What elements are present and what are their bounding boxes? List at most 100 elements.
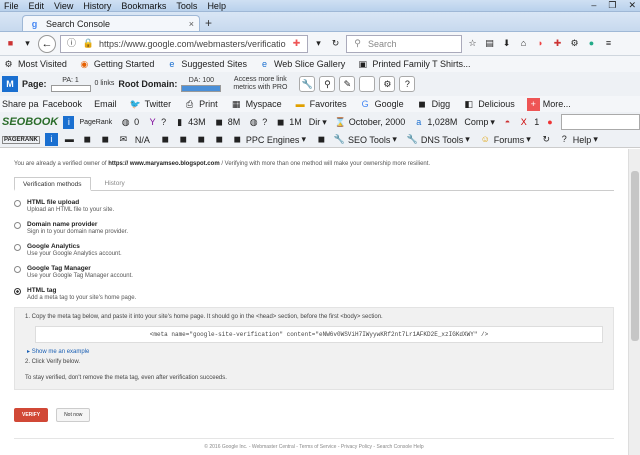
metric-0[interactable]: ◍ 0 — [119, 116, 139, 129]
bar-meter-icon[interactable]: ▬ — [63, 133, 76, 146]
pagerank-meter[interactable]: PageRank — [79, 119, 112, 126]
seobook-logo[interactable]: SEOBOOK — [2, 116, 58, 128]
radio-button[interactable] — [14, 200, 21, 207]
maximize-button[interactable]: ❐ — [608, 0, 616, 11]
download-icon[interactable]: ⬇ — [500, 37, 513, 50]
share-print[interactable]: ⎙ Print — [183, 98, 218, 111]
star-icon[interactable]: ☆ — [466, 37, 479, 50]
share-email[interactable]: Email — [94, 99, 117, 109]
wrench-icon[interactable]: 🔧 — [299, 76, 316, 92]
method-html-tag[interactable]: HTML tag Add a meta tag to your site's ho… — [14, 287, 614, 301]
menu-view[interactable]: View — [54, 1, 73, 11]
search-box[interactable]: ⚲ Search — [346, 34, 462, 53]
refresh-icon[interactable]: ↻ — [540, 133, 553, 146]
blank-tool-button[interactable] — [359, 76, 376, 92]
back-button[interactable]: ← — [38, 34, 56, 53]
reload-icon[interactable]: ↻ — [329, 37, 342, 50]
help-icon[interactable]: ? — [399, 76, 416, 92]
bookmark-web-slice-gallery[interactable]: e Web Slice Gallery — [258, 58, 345, 71]
not-now-button[interactable]: Not now — [56, 408, 91, 422]
info-icon[interactable]: i — [63, 115, 75, 129]
moz-logo-icon[interactable]: M — [2, 76, 18, 92]
minimize-button[interactable]: – — [591, 0, 596, 11]
meta-tag-code[interactable]: <meta name="google-site-verification" co… — [35, 326, 603, 343]
tool-icon[interactable]: ◼ — [81, 133, 94, 146]
method-google-analytics[interactable]: Google Analytics Use your Google Analytic… — [14, 243, 614, 257]
radio-button[interactable] — [14, 222, 21, 229]
addon-green-icon[interactable]: ● — [585, 37, 598, 50]
addon-plus-icon[interactable]: ✚ — [290, 37, 303, 50]
metric-3[interactable]: ◼ 8M — [213, 116, 240, 129]
radio-button[interactable] — [14, 244, 21, 251]
menu-help[interactable]: Help — [207, 1, 226, 11]
tool-icon[interactable]: ◼ — [315, 133, 328, 146]
gear-icon[interactable]: ⚙ — [568, 37, 581, 50]
menu-file[interactable]: File — [4, 1, 19, 11]
method-google-tag-manager[interactable]: Google Tag Manager Use your Google Tag Ma… — [14, 265, 614, 279]
scrollbar-thumb[interactable] — [631, 171, 639, 341]
search-tool-icon[interactable]: ⚲ — [319, 76, 336, 92]
pagerank-logo[interactable]: PAGERANK — [2, 135, 40, 144]
close-tab-icon[interactable]: × — [189, 19, 194, 29]
metric-4[interactable]: ◍? — [247, 116, 267, 129]
info-icon[interactable]: i — [44, 133, 58, 146]
seobook-search-input[interactable] — [560, 114, 640, 130]
tool-icon[interactable]: ◼ — [159, 133, 172, 146]
x-marker-icon[interactable]: X — [518, 116, 529, 129]
metric-2[interactable]: ▮ 43M — [173, 116, 206, 129]
tab-history[interactable]: History — [91, 177, 139, 190]
ufo-icon[interactable]: ◓ — [502, 116, 513, 129]
metric-1[interactable]: Y? — [146, 116, 167, 129]
pocket-icon[interactable]: ◗ — [534, 37, 547, 50]
reader-icon[interactable]: ▤ — [483, 37, 496, 50]
verify-button[interactable]: VERIFY — [14, 408, 49, 422]
url-dropdown-icon[interactable]: ▾ — [312, 37, 325, 50]
compete-dropdown[interactable]: Comp ▾ — [464, 117, 495, 128]
share-delicious[interactable]: ◧ Delicious — [462, 98, 514, 111]
home-icon[interactable]: ⌂ — [517, 37, 530, 50]
vertical-scrollbar[interactable] — [628, 149, 640, 455]
ppc-engines-menu[interactable]: ◼ PPC Engines ▾ — [231, 133, 306, 146]
identity-icon[interactable]: ⓘ — [65, 37, 78, 50]
na-value[interactable]: N/A — [135, 135, 150, 145]
share-digg[interactable]: ◼ Digg — [416, 98, 450, 111]
bookmark-getting-started[interactable]: ◉ Getting Started — [78, 58, 154, 71]
dir-dropdown[interactable]: Dir ▾ — [309, 117, 327, 128]
forums-menu[interactable]: ☺ Forums ▾ — [479, 133, 531, 146]
bookmark-suggested-sites[interactable]: e Suggested Sites — [165, 58, 247, 71]
share-myspace[interactable]: ▦ Myspace — [230, 98, 282, 111]
share-facebook[interactable]: Facebook — [43, 99, 83, 109]
url-bar[interactable]: ⓘ 🔒 https://www.google.com/webmasters/ve… — [60, 34, 308, 53]
tool-icon[interactable]: ◼ — [195, 133, 208, 146]
close-window-button[interactable]: ✕ — [628, 0, 636, 11]
tool-icon[interactable]: ◼ — [99, 133, 112, 146]
alexa-rank[interactable]: a 1,028M — [412, 116, 457, 129]
mail-icon[interactable]: ✉ — [117, 133, 130, 146]
menu-edit[interactable]: Edit — [29, 1, 45, 11]
apple-icon[interactable]: ● — [544, 116, 555, 129]
help-menu[interactable]: ? Help ▾ — [558, 133, 598, 146]
metric-5[interactable]: ◼ 1M — [274, 116, 302, 129]
menu-bookmarks[interactable]: Bookmarks — [121, 1, 166, 11]
hamburger-menu-icon[interactable]: ≡ — [602, 37, 615, 50]
method-html-file-upload[interactable]: HTML file upload Upload an HTML file to y… — [14, 199, 614, 213]
settings-icon[interactable]: ⚙ — [379, 76, 396, 92]
access-pro-link[interactable]: Access more link metrics with PRO — [225, 76, 295, 92]
share-favorites[interactable]: ▬ Favorites — [294, 98, 347, 111]
tool-icon[interactable]: ◼ — [213, 133, 226, 146]
share-more[interactable]: + More... — [526, 97, 571, 111]
menu-tools[interactable]: Tools — [176, 1, 197, 11]
archive-date[interactable]: ⌛ October, 2000 — [334, 116, 406, 129]
bookmark-most-visited[interactable]: ⚙ Most Visited — [2, 58, 66, 71]
menu-history[interactable]: History — [83, 1, 111, 11]
seo-tools-menu[interactable]: 🔧 SEO Tools ▾ — [333, 133, 397, 146]
share-twitter[interactable]: 🐦 Twitter — [129, 98, 171, 111]
addon-red-plus-icon[interactable]: ✚ — [551, 37, 564, 50]
bookmark-printed-family[interactable]: ▣ Printed Family T Shirts... — [356, 58, 471, 71]
method-domain-name-provider[interactable]: Domain name provider Sign in to your doma… — [14, 221, 614, 235]
pencil-icon[interactable]: ✎ — [339, 76, 356, 92]
share-google[interactable]: G Google — [359, 98, 404, 111]
tab-search-console[interactable]: g Search Console × — [22, 15, 200, 31]
tab-verification-methods[interactable]: Verification methods — [14, 177, 91, 191]
dns-tools-menu[interactable]: 🔧 DNS Tools ▾ — [406, 133, 470, 146]
